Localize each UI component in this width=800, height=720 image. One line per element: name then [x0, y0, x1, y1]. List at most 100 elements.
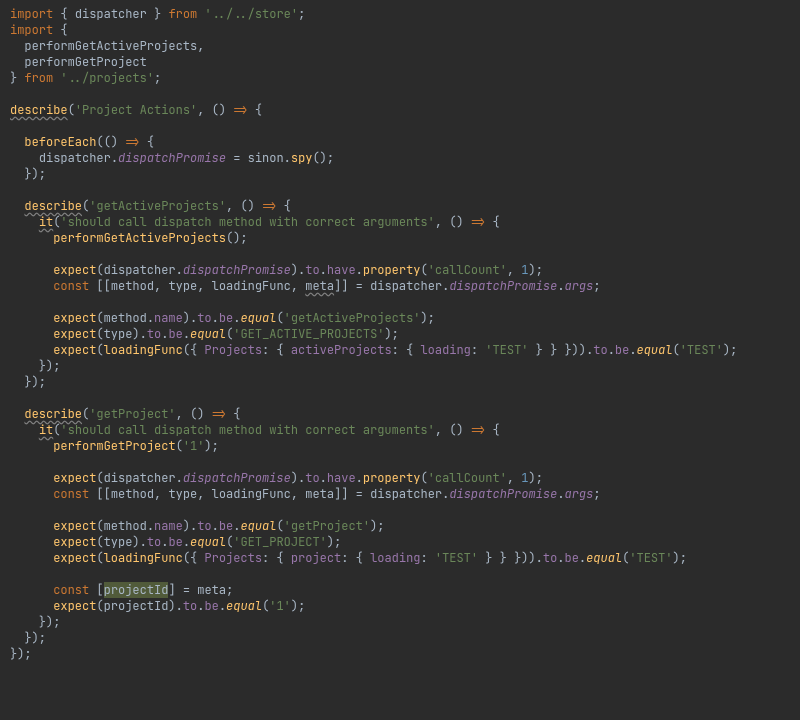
ident-type: type [168, 486, 197, 502]
kw-const: const [53, 582, 89, 598]
fn-expect: expect [53, 262, 96, 278]
prop-to: to [305, 470, 319, 486]
prop-be: be [615, 342, 629, 358]
prop-dispatchpromise: dispatchPromise [183, 470, 291, 486]
fn-expect: expect [53, 550, 96, 566]
ident-dispatcher: dispatcher [370, 278, 442, 294]
str-project-actions: 'Project Actions' [75, 102, 197, 118]
fn-it: it [39, 422, 53, 438]
prop-project: project [291, 550, 341, 566]
prop-to: to [197, 310, 211, 326]
ident-method: method [111, 486, 154, 502]
fn-expect: expect [53, 534, 96, 550]
prop-dispatchpromise: dispatchPromise [183, 262, 291, 278]
fn-spy: spy [291, 150, 313, 166]
ident-meta: meta [197, 582, 226, 598]
fn-expect: expect [53, 470, 96, 486]
ident-loadingfunc: loadingFunc [212, 486, 291, 502]
str-gap: 'getActiveProjects' [284, 310, 421, 326]
prop-args: args [565, 278, 594, 294]
prop-dispatchpromise: dispatchPromise [118, 150, 226, 166]
ident-type: type [104, 326, 133, 342]
prop-name: name [154, 310, 183, 326]
fn-expect: expect [53, 326, 96, 342]
kw-from: from [24, 70, 53, 86]
prop-dispatchpromise: dispatchPromise [449, 486, 557, 502]
fn-pgp: performGetProject [53, 438, 175, 454]
num-one: 1 [521, 470, 528, 486]
prop-to: to [197, 518, 211, 534]
str-test: 'TEST' [485, 342, 528, 358]
ident-dispatcher: dispatcher [104, 470, 176, 486]
ident-projectid-selected: projectId [104, 582, 169, 598]
ident-type: type [104, 534, 133, 550]
str-projects-path: '../projects' [60, 70, 154, 86]
ident-loadingfunc: loadingFunc [104, 342, 183, 358]
num-one: 1 [521, 262, 528, 278]
ident-sinon: sinon [248, 150, 284, 166]
ident-loadingfunc: loadingFunc [104, 550, 183, 566]
ident-loadingfunc: loadingFunc [212, 278, 291, 294]
fn-beforeeach: beforeEach [24, 134, 96, 150]
kw-const: const [53, 486, 89, 502]
prop-args: args [565, 486, 594, 502]
prop-to: to [147, 534, 161, 550]
fn-pgap: performGetActiveProjects [53, 230, 226, 246]
prop-activeprojects: activeProjects [291, 342, 392, 358]
kw-import: import [10, 6, 53, 22]
kw-const: const [53, 278, 89, 294]
arrow: => [125, 134, 139, 150]
arrow: => [212, 406, 226, 422]
prop-have: have [327, 470, 356, 486]
prop-to: to [183, 598, 197, 614]
arrow: => [471, 422, 485, 438]
kw-import: import [10, 22, 53, 38]
fn-describe: describe [24, 406, 82, 422]
prop-to: to [543, 550, 557, 566]
prop-have: have [327, 262, 356, 278]
prop-be: be [168, 534, 182, 550]
fn-expect: expect [53, 598, 96, 614]
prop-loading: loading [420, 342, 470, 358]
fn-property: property [363, 470, 421, 486]
str-shouldcall: 'should call dispatch method with correc… [60, 214, 434, 230]
str-shouldcall: 'should call dispatch method with correc… [60, 422, 434, 438]
str-test: 'TEST' [629, 550, 672, 566]
arrow: => [471, 214, 485, 230]
fn-describe: describe [24, 198, 82, 214]
arrow: => [233, 102, 247, 118]
str-one: '1' [183, 438, 205, 454]
fn-expect: expect [53, 342, 96, 358]
ident-pgap: performGetActiveProjects [24, 38, 197, 54]
fn-equal: equal [240, 518, 276, 534]
ident-method: method [111, 278, 154, 294]
ident-meta: meta [305, 486, 334, 502]
str-getproject: 'getProject' [89, 406, 175, 422]
fn-equal: equal [190, 326, 226, 342]
fn-equal: equal [586, 550, 622, 566]
fn-equal: equal [226, 598, 262, 614]
str-callcount: 'callCount' [428, 470, 507, 486]
ident-type: type [168, 278, 197, 294]
ident-meta-unused: meta [305, 278, 334, 294]
str-get-active-projects: 'GET_ACTIVE_PROJECTS' [233, 326, 384, 342]
ident-method: method [104, 310, 147, 326]
str-gap: 'getActiveProjects' [89, 198, 226, 214]
prop-to: to [305, 262, 319, 278]
str-callcount: 'callCount' [428, 262, 507, 278]
str-store-path: '../../store' [204, 6, 298, 22]
ident-pgp: performGetProject [24, 54, 146, 70]
prop-be: be [219, 310, 233, 326]
str-one: '1' [269, 598, 291, 614]
code-editor[interactable]: import { dispatcher } from '../../store'… [0, 0, 800, 668]
prop-dispatchpromise: dispatchPromise [449, 278, 557, 294]
str-test: 'TEST' [435, 550, 478, 566]
prop-to: to [147, 326, 161, 342]
prop-projects: Projects [204, 550, 262, 566]
str-test: 'TEST' [680, 342, 723, 358]
prop-be: be [168, 326, 182, 342]
fn-expect: expect [53, 310, 96, 326]
prop-loading: loading [370, 550, 420, 566]
prop-be: be [204, 598, 218, 614]
prop-name: name [154, 518, 183, 534]
